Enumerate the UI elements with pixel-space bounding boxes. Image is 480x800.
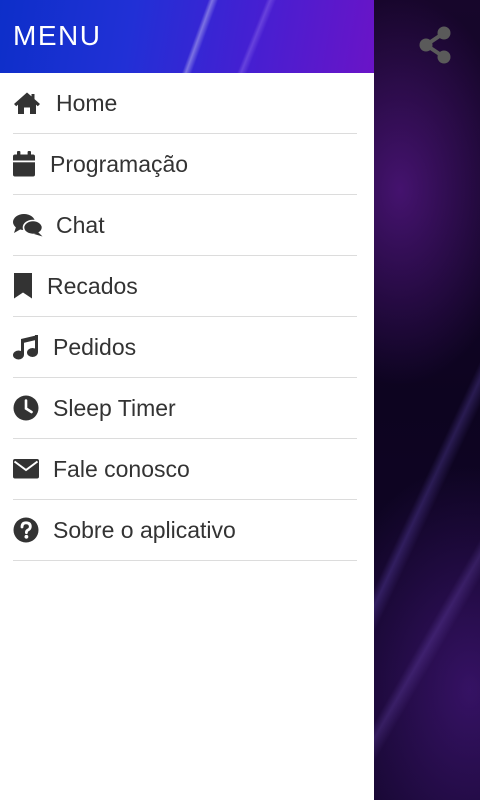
menu-item-label: Fale conosco	[53, 455, 190, 482]
menu-list: Home Programação Chat Recados Pedidos Sl…	[0, 73, 374, 561]
share-icon	[418, 26, 452, 69]
menu-item-sleep-timer[interactable]: Sleep Timer	[13, 378, 357, 439]
menu-item-fale-conosco[interactable]: Fale conosco	[13, 439, 357, 500]
drawer-header: MENU	[0, 0, 374, 73]
menu-item-label: Chat	[56, 211, 105, 238]
music-note-icon	[13, 333, 39, 361]
menu-item-chat[interactable]: Chat	[13, 195, 357, 256]
menu-item-recados[interactable]: Recados	[13, 256, 357, 317]
menu-item-programacao[interactable]: Programação	[13, 134, 357, 195]
share-button[interactable]	[414, 26, 456, 68]
menu-item-label: Home	[56, 89, 118, 116]
menu-item-home[interactable]: Home	[13, 73, 357, 134]
menu-item-label: Pedidos	[53, 333, 137, 360]
home-icon	[13, 89, 41, 117]
app-screen: MENU Home Programação Chat Recados Pedid…	[0, 0, 480, 800]
calendar-icon	[13, 150, 37, 178]
menu-item-pedidos[interactable]: Pedidos	[13, 317, 357, 378]
menu-item-label: Programação	[50, 150, 189, 177]
menu-item-sobre[interactable]: Sobre o aplicativo	[13, 500, 357, 561]
menu-item-label: Sleep Timer	[53, 394, 176, 421]
drawer-title: MENU	[13, 20, 102, 51]
bookmark-icon	[13, 272, 33, 300]
help-circle-icon	[13, 516, 39, 544]
menu-item-label: Sobre o aplicativo	[53, 516, 236, 543]
navigation-drawer: MENU Home Programação Chat Recados Pedid…	[0, 0, 374, 800]
menu-item-label: Recados	[47, 272, 138, 299]
clock-icon	[13, 394, 39, 422]
chat-icon	[13, 211, 43, 239]
envelope-icon	[13, 455, 39, 483]
